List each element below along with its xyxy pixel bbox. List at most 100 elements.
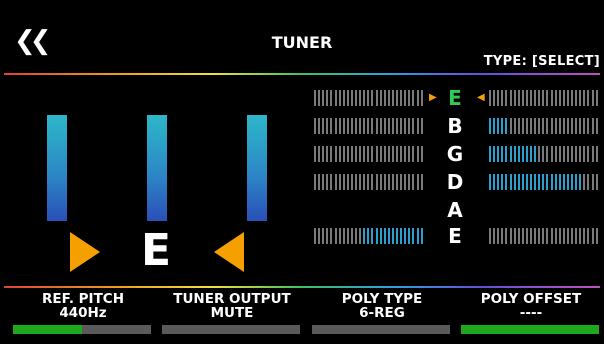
meter-segment xyxy=(493,174,496,190)
meter-segment xyxy=(571,146,573,162)
meter-segment xyxy=(554,90,557,106)
meter-segment xyxy=(408,174,411,190)
meter-segment xyxy=(566,228,569,244)
meter-segment xyxy=(342,118,345,134)
meter-segment xyxy=(571,90,573,106)
meter-segment xyxy=(396,174,398,190)
meter-segment xyxy=(416,118,419,134)
string-meter-right xyxy=(489,118,600,134)
meter-segment xyxy=(538,90,541,106)
meter-segment xyxy=(521,118,524,134)
meter-segment xyxy=(538,118,541,134)
param-label[interactable]: REF. PITCH xyxy=(8,292,158,306)
meter-segment xyxy=(521,90,524,106)
meter-segment xyxy=(342,174,345,190)
param-level-fill xyxy=(13,325,82,334)
meter-segment xyxy=(489,228,491,244)
meter-segment xyxy=(355,228,357,244)
meter-segment xyxy=(387,90,390,106)
meter-segment xyxy=(542,118,545,134)
param-level-bar[interactable] xyxy=(162,325,300,334)
meter-segment xyxy=(404,174,407,190)
meter-segment xyxy=(550,174,553,190)
meter-segment xyxy=(367,90,370,106)
meter-segment xyxy=(575,90,578,106)
param-value[interactable]: 440Hz xyxy=(8,306,158,320)
meter-segment xyxy=(583,174,586,190)
param-value[interactable]: ---- xyxy=(456,306,604,320)
string-meter-right xyxy=(489,90,600,106)
meter-segment xyxy=(338,118,341,134)
meter-segment xyxy=(416,228,419,244)
meter-segment xyxy=(558,228,561,244)
meter-segment xyxy=(562,174,565,190)
meter-segment xyxy=(326,228,329,244)
flat-indicator-triangle-right-icon xyxy=(70,232,100,272)
meter-segment xyxy=(513,118,516,134)
param-value[interactable]: 6-REG xyxy=(307,306,457,320)
meter-segment xyxy=(330,90,333,106)
meter-segment xyxy=(400,146,403,162)
meter-segment xyxy=(375,118,378,134)
meter-segment xyxy=(387,118,390,134)
meter-segment xyxy=(525,228,528,244)
meter-segment xyxy=(338,228,341,244)
param-level-bar[interactable] xyxy=(312,325,450,334)
meter-segment xyxy=(334,228,337,244)
meter-segment xyxy=(566,146,569,162)
meter-segment xyxy=(350,174,353,190)
meter-segment xyxy=(342,90,345,106)
meter-segment xyxy=(517,228,520,244)
meter-segment xyxy=(591,90,594,106)
param-label[interactable]: POLY TYPE xyxy=(307,292,457,306)
tuner-screen: ❮❮ TUNER TYPE: [SELECT] E E ▶ ◀ B G D A E REF. … xyxy=(0,0,604,344)
meter-segment xyxy=(562,146,565,162)
meter-segment xyxy=(379,90,382,106)
meter-segment xyxy=(554,228,557,244)
type-select-label[interactable]: TYPE: [SELECT] xyxy=(484,54,600,69)
meter-segment xyxy=(554,118,557,134)
meter-segment xyxy=(359,228,362,244)
meter-segment xyxy=(579,174,582,190)
meter-segment xyxy=(521,146,524,162)
meter-segment xyxy=(505,118,508,134)
page-title: TUNER xyxy=(271,33,333,52)
meter-segment xyxy=(513,146,516,162)
meter-segment xyxy=(371,228,374,244)
meter-segment xyxy=(391,228,394,244)
param-label[interactable]: POLY OFFSET xyxy=(456,292,604,306)
meter-segment xyxy=(318,90,321,106)
meter-segment xyxy=(387,228,390,244)
meter-segment xyxy=(566,174,569,190)
meter-segment xyxy=(501,90,504,106)
meter-segment xyxy=(318,228,321,244)
meter-segment xyxy=(412,118,415,134)
param-label[interactable]: TUNER OUTPUT xyxy=(157,292,307,306)
meter-segment xyxy=(334,90,337,106)
meter-segment xyxy=(534,90,537,106)
meter-segment xyxy=(509,118,512,134)
meter-segment xyxy=(383,90,386,106)
meter-segment xyxy=(550,146,553,162)
meter-segment xyxy=(497,118,500,134)
meter-segment xyxy=(391,146,394,162)
meter-segment xyxy=(355,174,357,190)
meter-segment xyxy=(534,146,537,162)
string-meter-left xyxy=(314,228,425,244)
meter-segment xyxy=(412,90,415,106)
meter-segment xyxy=(575,118,578,134)
meter-segment xyxy=(554,174,557,190)
param-value[interactable]: MUTE xyxy=(157,306,307,320)
meter-segment xyxy=(322,228,325,244)
meter-segment xyxy=(363,146,366,162)
string-label: E xyxy=(448,224,462,248)
meter-segment xyxy=(314,228,316,244)
detected-note: E xyxy=(140,225,172,276)
param-level-bar[interactable] xyxy=(13,325,151,334)
param-level-bar[interactable] xyxy=(461,325,599,334)
string-label: D xyxy=(446,170,464,194)
meter-segment xyxy=(558,90,561,106)
meter-segment xyxy=(595,228,598,244)
active-string-triangle-left-icon: ◀ xyxy=(477,92,485,103)
meter-segment xyxy=(562,228,565,244)
